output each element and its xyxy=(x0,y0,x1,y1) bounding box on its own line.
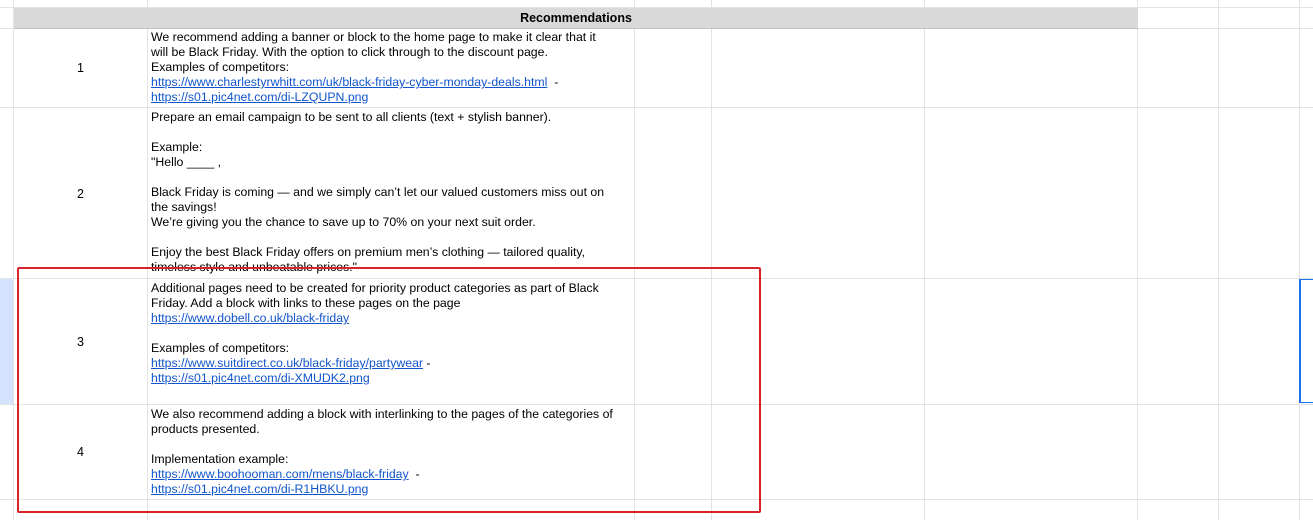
cell-text: We recommend adding a banner or block to… xyxy=(151,30,596,44)
gridline xyxy=(1137,0,1138,520)
cell-text: Prepare an email campaign to be sent to … xyxy=(151,110,552,124)
cell-text: will be Black Friday. With the option to… xyxy=(151,45,548,59)
link-separator: - xyxy=(547,75,559,89)
cell-text xyxy=(151,125,637,140)
cell-text: We’re giving you the chance to save up t… xyxy=(151,215,536,229)
highlight-box xyxy=(17,267,761,513)
cell-text: the savings! xyxy=(151,200,217,214)
recommendation-cell[interactable]: Prepare an email campaign to be sent to … xyxy=(151,110,637,275)
gridline xyxy=(1218,0,1219,520)
gridline xyxy=(13,0,14,520)
cell-text: "Hello ____ , xyxy=(151,155,221,169)
gridline xyxy=(924,0,925,520)
selection-edge xyxy=(1299,279,1313,403)
gridline xyxy=(0,107,1313,108)
selected-row-header[interactable] xyxy=(0,279,13,404)
cell-text: Example: xyxy=(151,140,203,154)
row-number[interactable]: 2 xyxy=(14,187,147,201)
column-header-recommendations[interactable]: Recommendations xyxy=(14,8,1138,29)
screenshot-link[interactable]: https://s01.pic4net.com/di-LZQUPN.png xyxy=(151,90,368,104)
cell-text: Enjoy the best Black Friday offers on pr… xyxy=(151,245,586,259)
cell-text: Examples of competitors: xyxy=(151,60,290,74)
row-number[interactable]: 1 xyxy=(14,61,147,75)
cell-text xyxy=(151,230,637,245)
cell-text xyxy=(151,170,637,185)
cell-text: Black Friday is coming — and we simply c… xyxy=(151,185,605,199)
recommendation-cell[interactable]: We recommend adding a banner or block to… xyxy=(151,30,637,105)
competitor-link[interactable]: https://www.charlestyrwhitt.com/uk/black… xyxy=(151,75,547,89)
gridline xyxy=(1299,0,1300,520)
